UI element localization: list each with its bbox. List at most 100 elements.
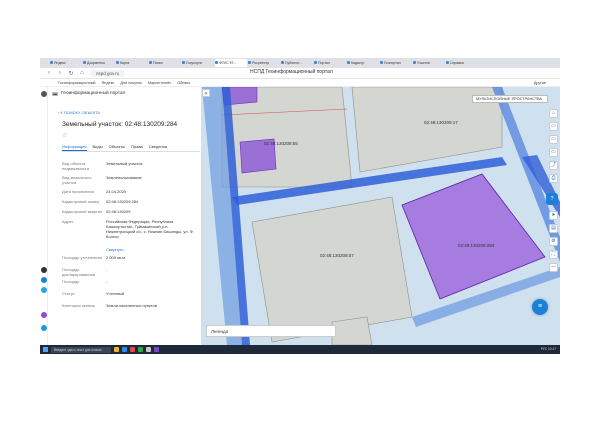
home-icon[interactable]: ⌂	[79, 70, 85, 76]
os-taskbar: Введите здесь текст для поиска РУС 10:17	[40, 345, 560, 354]
taskbar-app-icon[interactable]	[138, 347, 143, 352]
attribute-key: Статус	[62, 291, 75, 296]
other-bookmarks[interactable]: Другие	[534, 81, 546, 85]
bookmark[interactable]: Госинформационный	[58, 81, 96, 85]
browser-tab[interactable]: Документы	[83, 59, 115, 67]
url-input[interactable]: nspd.gov.ru	[90, 69, 126, 77]
taskbar-app-icon[interactable]	[130, 347, 135, 352]
object-info-panel: Геоинформационный портал ‹ К ПОИСКУ ОБЪЕ…	[48, 87, 202, 345]
locate-tool-icon[interactable]: ➤	[549, 211, 558, 220]
bookmark[interactable]: Яндекс	[102, 81, 115, 85]
bookmark[interactable]: Маркетплейс	[148, 81, 171, 85]
help-button[interactable]: ?	[546, 193, 558, 205]
taskbar-app-icon[interactable]	[122, 347, 127, 352]
print-tool-icon[interactable]: ⎙	[549, 174, 558, 183]
system-tray: РУС 10:17	[540, 347, 556, 351]
panel-tabs: Информация Виды Объекты Права Сведения	[62, 144, 200, 152]
parcel[interactable]	[331, 316, 373, 345]
parcel[interactable]	[251, 196, 413, 343]
browser-tab[interactable]: Портал	[314, 59, 346, 67]
taskbar-app-icon[interactable]	[146, 347, 151, 352]
browser-tab[interactable]: Кадастр	[347, 59, 379, 67]
attribute-key: Площадь	[62, 279, 80, 284]
layers-tool-icon[interactable]: ▭	[549, 122, 558, 131]
app-icon[interactable]	[41, 267, 47, 273]
bookmark[interactable]: Облако	[177, 81, 190, 85]
portal-header: Геоинформационный портал	[52, 91, 125, 96]
app-icon[interactable]	[41, 277, 47, 283]
tab-views[interactable]: Виды	[93, 144, 103, 151]
app-dock	[40, 87, 48, 345]
portal-name: Геоинформационный портал	[61, 91, 126, 96]
browser-tab-strip: Яндекс Документы Карта Поиск Госуслуги ФГИС Е…	[40, 58, 560, 68]
flag-icon	[52, 91, 58, 96]
fullscreen-tool-icon[interactable]: ⛶	[549, 250, 558, 259]
settings-tool-icon[interactable]: ⚙	[549, 237, 558, 246]
attribute-key: Адрес	[62, 219, 74, 224]
attribute-value: Земельный участок	[106, 161, 143, 166]
chat-button[interactable]: ≡	[532, 299, 548, 315]
browser-tab[interactable]: Участки	[413, 59, 445, 67]
attribute-row: Кадастровый квартал 02:48:130209	[62, 209, 200, 214]
back-link[interactable]: ‹ К ПОИСКУ ОБЪЕКТА	[58, 111, 100, 115]
attribute-key: Кадастровый квартал	[62, 209, 103, 214]
taskbar-app-icon[interactable]	[154, 347, 159, 352]
parcel-label: 02:48:130209:17	[424, 120, 458, 125]
attribute-row: Статус Учтенный	[62, 291, 200, 296]
favorite-star-icon[interactable]: ☆	[62, 132, 67, 139]
browser-tab[interactable]: Поиск	[149, 59, 181, 67]
reload-icon[interactable]: ↻	[68, 70, 74, 77]
collapse-address-link[interactable]: Свернуть	[106, 247, 124, 252]
back-link-label: К ПОИСКУ ОБЪЕКТА	[60, 111, 101, 115]
attribute-key: Дата присвоения	[62, 189, 94, 194]
browser-tab[interactable]: Яндекс	[50, 59, 82, 67]
attribute-row: Вид земельного участка Землепользование	[62, 175, 200, 185]
layer-select[interactable]: МУЛЬТИСЛОЙНЫЕ ПРОСТРАНСТВА	[472, 95, 548, 103]
map-view[interactable]: 02:48:130209:55 02:48:130209:17 02:48:13…	[202, 87, 560, 345]
measure-tool-icon[interactable]: ▭	[549, 135, 558, 144]
browser-tab[interactable]: Госуслуги	[182, 59, 214, 67]
app-icon[interactable]	[41, 287, 47, 293]
taskbar-app-icon[interactable]	[114, 347, 119, 352]
windows-start-icon[interactable]	[43, 347, 48, 352]
attribute-key: Площадь декларированная	[62, 267, 95, 277]
collapse-panel-button[interactable]: «	[202, 89, 210, 97]
browser-tab[interactable]: Геопортал	[380, 59, 412, 67]
browser-tab[interactable]: Карта	[116, 59, 148, 67]
browser-tab[interactable]: Публичн...	[281, 59, 313, 67]
app-icon[interactable]	[41, 91, 47, 97]
attribute-value: Российская Федерация, Республика Башкорт…	[106, 219, 194, 239]
legend-panel[interactable]: Легенда	[206, 325, 336, 337]
attribute-row: Адрес Российская Федерация, Республика Ба…	[62, 219, 200, 239]
attribute-key: Кадастровый номер	[62, 199, 100, 204]
browser-tab[interactable]: Росреестр	[248, 59, 280, 67]
zoom-out-icon[interactable]: —	[549, 263, 558, 272]
page-title: НСПД Геоинформационный портал	[250, 69, 333, 75]
browser-tab[interactable]: ФГИС ЕГ...	[215, 59, 247, 67]
home-tool-icon[interactable]: ⌂	[549, 109, 558, 118]
forward-icon[interactable]: ›	[57, 70, 63, 76]
attribute-value: -	[106, 267, 108, 272]
back-icon[interactable]: ‹	[46, 70, 52, 76]
app-icon[interactable]	[41, 325, 47, 331]
tab-details[interactable]: Сведения	[149, 144, 167, 151]
attribute-row: Площадь декларированная -	[62, 267, 200, 277]
attribute-value: Земли населенных пунктов	[106, 303, 157, 308]
attribute-value: 24.04.2020	[106, 189, 127, 194]
bookmark[interactable]: Для покупок	[120, 81, 142, 85]
screen: Яндекс Документы Карта Поиск Госуслуги ФГИС Е…	[40, 58, 560, 354]
tab-objects[interactable]: Объекты	[109, 144, 126, 151]
browser-tab[interactable]: Справка	[446, 59, 478, 67]
attribute-value: 02:48:130209	[106, 209, 131, 214]
attribute-row: Кадастровый номер 02:48:130209:284	[62, 199, 200, 204]
tab-info[interactable]: Информация	[62, 144, 87, 151]
tab-rights[interactable]: Права	[131, 144, 143, 151]
parcel-label: 02:48:130209:284	[458, 243, 495, 248]
taskbar-search[interactable]: Введите здесь текст для поиска	[51, 346, 111, 353]
select-tool-icon[interactable]: ▭	[549, 148, 558, 157]
basemap-tool-icon[interactable]: ▤	[549, 224, 558, 233]
app-icon[interactable]	[41, 312, 47, 318]
attribute-row: Вид объекта недвижимости Земельный участо…	[62, 161, 200, 171]
share-tool-icon[interactable]: ⤴	[549, 161, 558, 170]
attribute-key: Вид объекта недвижимости	[62, 161, 89, 171]
